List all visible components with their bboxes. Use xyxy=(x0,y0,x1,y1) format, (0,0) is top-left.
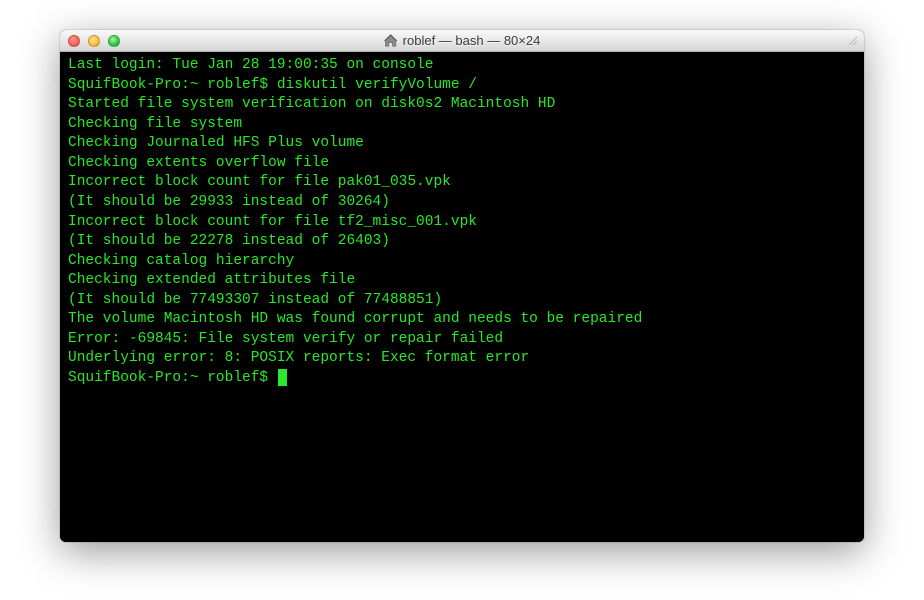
terminal-prompt: SquifBook-Pro:~ roblef$ xyxy=(68,369,277,389)
terminal-line: Checking extents overflow file xyxy=(68,154,856,174)
home-icon xyxy=(384,34,398,48)
terminal-line: Underlying error: 8: POSIX reports: Exec… xyxy=(68,349,856,369)
terminal-line: (It should be 77493307 instead of 774888… xyxy=(68,291,856,311)
terminal-window: roblef — bash — 80×24 Last login: Tue Ja… xyxy=(60,30,864,542)
resize-handle-icon[interactable] xyxy=(846,34,860,48)
terminal-line: The volume Macintosh HD was found corrup… xyxy=(68,310,856,330)
window-titlebar[interactable]: roblef — bash — 80×24 xyxy=(60,30,864,52)
terminal-line: Checking file system xyxy=(68,115,856,135)
terminal-prompt-line: SquifBook-Pro:~ roblef$ xyxy=(68,369,856,389)
maximize-button[interactable] xyxy=(108,35,120,47)
terminal-line: Last login: Tue Jan 28 19:00:35 on conso… xyxy=(68,56,856,76)
traffic-lights xyxy=(68,35,120,47)
terminal-line: Checking catalog hierarchy xyxy=(68,252,856,272)
window-title: roblef — bash — 80×24 xyxy=(403,33,541,48)
terminal-line: Incorrect block count for file tf2_misc_… xyxy=(68,213,856,233)
terminal-line: Checking extended attributes file xyxy=(68,271,856,291)
cursor-icon xyxy=(278,369,287,386)
terminal-line: SquifBook-Pro:~ roblef$ diskutil verifyV… xyxy=(68,76,856,96)
minimize-button[interactable] xyxy=(88,35,100,47)
terminal-line: Checking Journaled HFS Plus volume xyxy=(68,134,856,154)
terminal-line: Incorrect block count for file pak01_035… xyxy=(68,173,856,193)
terminal-line: (It should be 22278 instead of 26403) xyxy=(68,232,856,252)
window-title-container: roblef — bash — 80×24 xyxy=(384,33,541,48)
terminal-content[interactable]: Last login: Tue Jan 28 19:00:35 on conso… xyxy=(60,52,864,542)
close-button[interactable] xyxy=(68,35,80,47)
terminal-line: Error: -69845: File system verify or rep… xyxy=(68,330,856,350)
terminal-line: Started file system verification on disk… xyxy=(68,95,856,115)
terminal-line: (It should be 29933 instead of 30264) xyxy=(68,193,856,213)
